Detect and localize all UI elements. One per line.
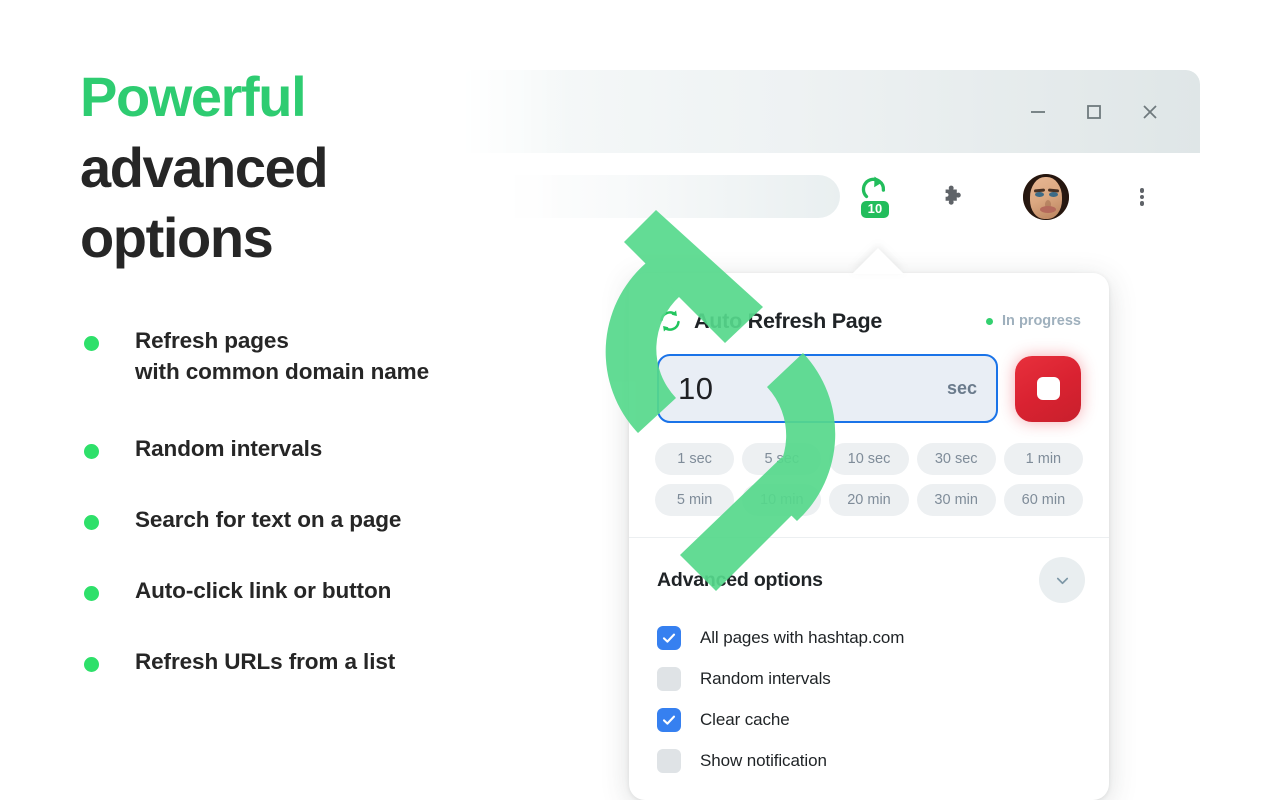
option-label: All pages with hashtap.com (700, 627, 905, 647)
option-row[interactable]: Show notification (657, 740, 1081, 781)
preset-button[interactable]: 20 min (829, 484, 909, 516)
stop-square-icon (1036, 377, 1060, 400)
checkbox-checked-icon[interactable] (657, 625, 681, 650)
option-label: Clear cache (700, 709, 790, 729)
preset-button[interactable]: 30 sec (916, 443, 996, 475)
preset-button[interactable]: 60 min (1003, 484, 1083, 516)
avatar (1023, 174, 1069, 220)
address-bar[interactable] (490, 175, 840, 218)
feature-line-2: with common domain name (135, 359, 429, 385)
browser-menu-button[interactable] (1120, 175, 1164, 219)
advanced-options-title: Advanced options (657, 568, 823, 591)
interval-input[interactable]: 10 sec (657, 354, 998, 423)
extensions-button[interactable] (932, 175, 976, 219)
sync-refresh-icon (660, 310, 680, 332)
maximize-button[interactable] (1066, 70, 1122, 153)
interval-row: 10 sec (629, 334, 1109, 423)
checkbox-checked-icon[interactable] (657, 707, 681, 732)
auto-refresh-popup: Auto Refresh Page In progress 10 sec 1 s… (629, 273, 1109, 800)
popup-title: Auto Refresh Page (694, 308, 883, 333)
close-button[interactable] (1122, 70, 1178, 153)
bullet-dot-icon (84, 444, 99, 460)
popup-header: Auto Refresh Page In progress (629, 273, 1109, 334)
option-label: Random intervals (700, 668, 831, 688)
option-row[interactable]: All pages with hashtap.com (657, 617, 1081, 658)
preset-button[interactable]: 10 min (742, 484, 822, 516)
advanced-options-toggle-button[interactable] (1039, 557, 1085, 603)
preset-button[interactable]: 10 sec (829, 443, 909, 475)
minimize-button[interactable] (1010, 70, 1066, 153)
preset-button[interactable]: 5 min (655, 484, 735, 516)
chevron-down-icon (1056, 577, 1068, 584)
advanced-options-list: All pages with hashtap.com Random interv… (629, 603, 1109, 781)
profile-avatar-button[interactable] (1022, 173, 1070, 221)
feature-text: Refresh URLs from a list (135, 649, 396, 675)
browser-toolbar: 10 (460, 153, 1200, 237)
status-dot-icon (986, 317, 994, 325)
refresh-count-badge: 10 (860, 200, 890, 219)
feature-text: Random intervals (135, 436, 323, 462)
status-badge: In progress (986, 313, 1081, 329)
kebab-menu-icon (1139, 186, 1145, 208)
interval-unit-label: sec (946, 378, 977, 398)
option-label: Show notification (700, 750, 827, 770)
feature-text: Refresh pages with common domain name (135, 325, 429, 387)
bullet-dot-icon (84, 657, 99, 673)
maximize-icon (1087, 104, 1101, 119)
interval-value: 10 (678, 370, 714, 406)
window-controls (1010, 70, 1178, 153)
bullet-dot-icon (84, 586, 99, 602)
status-text: In progress (1002, 313, 1081, 329)
preset-button[interactable]: 1 sec (655, 443, 735, 475)
close-icon (1143, 104, 1157, 119)
stop-button[interactable] (1015, 355, 1081, 422)
bullet-dot-icon (84, 515, 99, 531)
preset-interval-grid: 1 sec 5 sec 10 sec 30 sec 1 min 5 min 10… (629, 423, 1109, 516)
preset-button[interactable]: 1 min (1003, 443, 1083, 475)
bullet-dot-icon (84, 336, 99, 351)
preset-button[interactable]: 5 sec (742, 443, 822, 475)
feature-text: Auto-click link or button (135, 578, 392, 604)
option-row[interactable]: Clear cache (657, 699, 1081, 740)
feature-text: Search for text on a page (135, 507, 402, 533)
minimize-icon (1031, 110, 1045, 113)
refresh-circle-icon (861, 176, 886, 199)
advanced-options-header: Advanced options (629, 538, 1109, 603)
checkbox-unchecked-icon[interactable] (657, 666, 681, 691)
feature-line-1: Refresh pages (135, 328, 289, 353)
preset-button[interactable]: 30 min (916, 484, 996, 516)
checkbox-unchecked-icon[interactable] (657, 748, 681, 773)
option-row[interactable]: Random intervals (657, 658, 1081, 699)
auto-refresh-extension-button[interactable]: 10 (848, 169, 902, 223)
popup-pointer-arrow (852, 248, 904, 274)
puzzle-piece-icon (945, 185, 961, 205)
browser-title-bar (460, 70, 1200, 153)
